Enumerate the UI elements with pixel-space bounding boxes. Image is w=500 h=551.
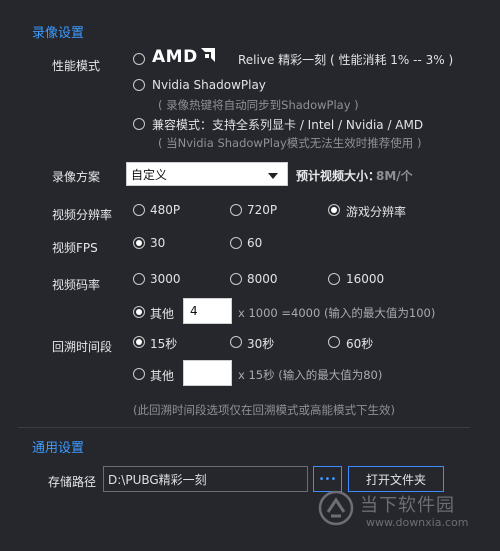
bitrate-label: 视频码率: [52, 278, 101, 292]
estimated-size-label: 预计视频大小：: [296, 169, 381, 183]
radio-resolution-480p[interactable]: [133, 204, 145, 216]
scheme-label: 录像方案: [52, 170, 101, 184]
open-folder-button[interactable]: 打开文件夹: [348, 466, 444, 492]
bitrate-other-input[interactable]: 4: [183, 298, 232, 324]
compat-option-label: 兼容模式：支持全系列显卡 / Intel / Nvidia / AMD: [152, 118, 424, 132]
radio-backtrack-other[interactable]: [133, 368, 145, 380]
watermark-title: 当下软件园: [360, 495, 455, 516]
chevron-down-icon: [268, 173, 278, 179]
backtrack-other-input[interactable]: [183, 360, 232, 386]
backtrack-label: 回溯时间段: [52, 340, 113, 354]
backtrack-option-30s: 30秒: [247, 337, 275, 351]
section-title-recording: 录像设置: [32, 26, 85, 41]
backtrack-note: (此回溯时间段选项仅在回溯模式或高能模式下生效): [133, 403, 395, 417]
radio-resolution-game[interactable]: [328, 204, 340, 216]
backtrack-formula: x 15秒 (输入的最大值为80): [238, 368, 383, 382]
amd-logo: AMD: [152, 47, 215, 67]
radio-fps-30[interactable]: [133, 237, 145, 249]
radio-resolution-720p[interactable]: [230, 204, 242, 216]
compat-option-note: ( 当Nvidia ShadowPlay模式无法生效时推荐使用 ): [158, 136, 422, 150]
backtrack-other-label: 其他: [150, 369, 175, 383]
radio-backtrack-60s[interactable]: [328, 336, 340, 348]
browse-button[interactable]: •••: [313, 466, 342, 492]
backtrack-option-15s: 15秒: [150, 337, 178, 351]
relive-option-label: Relive 精彩一刻 ( 性能消耗 1% -- 3% ): [238, 53, 454, 67]
radio-fps-60[interactable]: [230, 237, 242, 249]
watermark-logo-icon: [318, 490, 354, 526]
section-divider: [18, 427, 470, 428]
radio-backtrack-30s[interactable]: [230, 336, 242, 348]
scheme-select-value: 自定义: [131, 167, 168, 182]
section-title-general: 通用设置: [32, 441, 85, 456]
bitrate-option-8000: 8000: [247, 272, 278, 286]
resolution-option-480p: 480P: [150, 203, 181, 217]
resolution-option-720p: 720P: [247, 203, 278, 217]
radio-backtrack-15s[interactable]: [133, 336, 145, 348]
radio-bitrate-3000[interactable]: [133, 273, 145, 285]
radio-nvidia-shadowplay[interactable]: [133, 79, 145, 91]
nvidia-option-label: Nvidia ShadowPlay: [152, 78, 266, 92]
fps-option-30: 30: [150, 236, 166, 250]
radio-amd-relive[interactable]: [133, 53, 145, 65]
estimated-size-value: 8M/个: [376, 169, 413, 183]
nvidia-option-note: ( 录像热键将自动同步到ShadowPlay ): [158, 98, 359, 112]
backtrack-option-60s: 60秒: [346, 337, 374, 351]
bitrate-other-label: 其他: [150, 307, 175, 321]
resolution-option-game: 游戏分辨率: [346, 205, 407, 219]
watermark-url: www.downxia.com: [366, 516, 469, 529]
storage-path-label: 存储路径: [48, 475, 97, 489]
bitrate-option-16000: 16000: [346, 272, 385, 286]
fps-option-60: 60: [247, 236, 263, 250]
bitrate-option-3000: 3000: [150, 272, 181, 286]
storage-path-input[interactable]: D:\PUBG精彩一刻: [103, 466, 308, 492]
resolution-label: 视频分辨率: [52, 208, 113, 222]
radio-bitrate-16000[interactable]: [328, 273, 340, 285]
radio-bitrate-8000[interactable]: [230, 273, 242, 285]
scheme-select[interactable]: 自定义: [126, 162, 288, 186]
bitrate-formula: x 1000 =4000 (输入的最大值为100): [238, 306, 436, 320]
fps-label: 视频FPS: [52, 241, 98, 255]
radio-bitrate-other[interactable]: [133, 306, 145, 318]
amd-arrow-icon: [200, 48, 215, 62]
performance-mode-label: 性能模式: [52, 59, 101, 73]
radio-compat-mode[interactable]: [133, 118, 145, 130]
